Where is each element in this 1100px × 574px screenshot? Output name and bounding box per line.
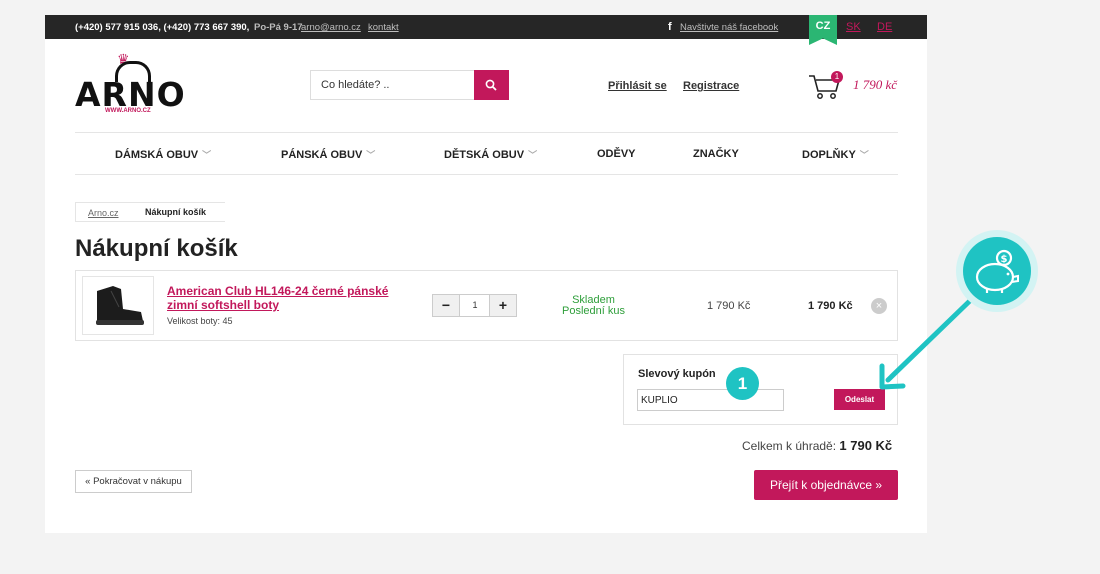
annotation-arrow [879,290,981,390]
piggy-bank-icon: $ [963,237,1031,305]
svg-text:$: $ [1001,254,1008,265]
step-number-badge: 1 [726,367,759,400]
